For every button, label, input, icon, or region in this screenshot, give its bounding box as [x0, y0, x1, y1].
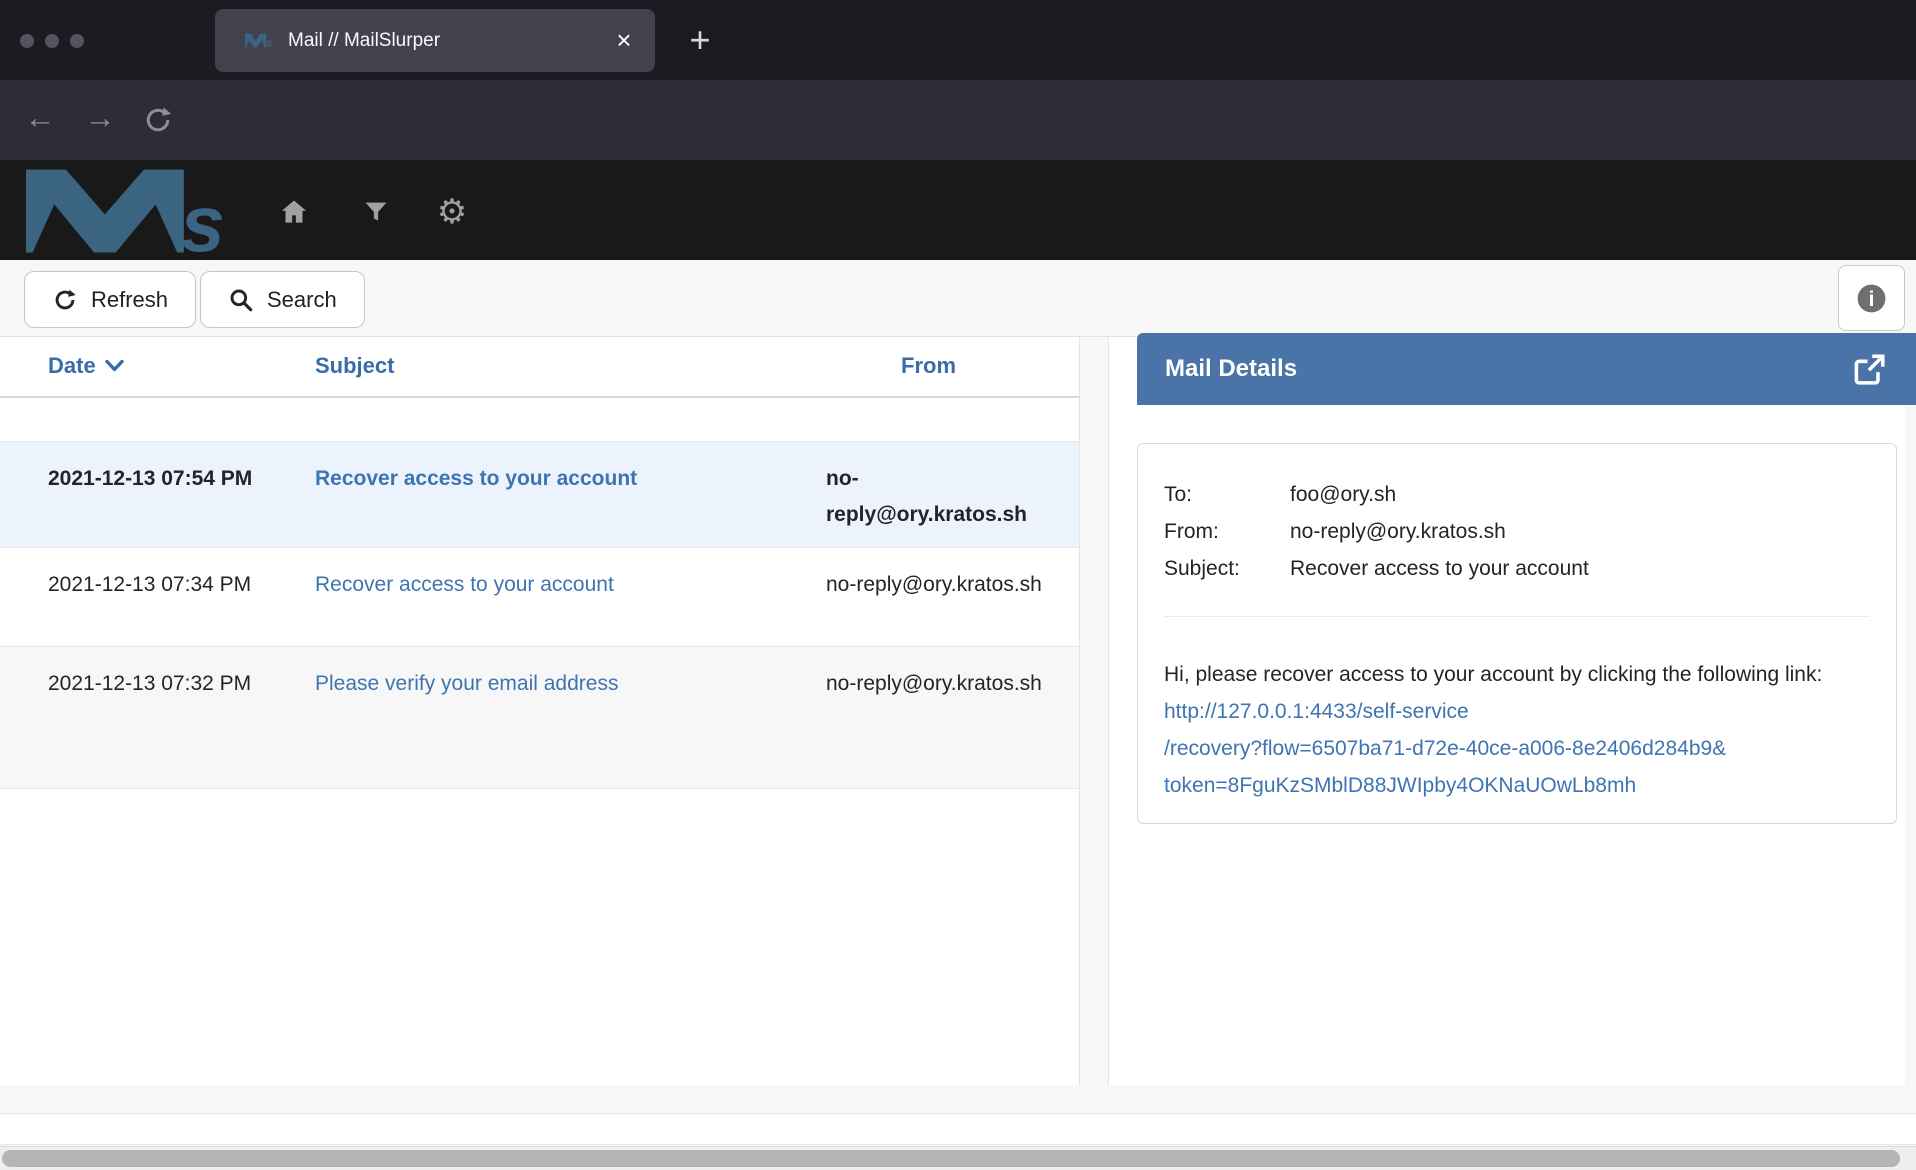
scrollbar-thumb[interactable]	[2, 1150, 1900, 1167]
meta-subject-row: Subject: Recover access to your account	[1164, 550, 1870, 587]
mail-details-title: Mail Details	[1165, 355, 1297, 383]
meta-from-row: From: no-reply@ory.kratos.sh	[1164, 513, 1870, 550]
mail-from: no-reply@ory.kratos.sh	[826, 666, 1058, 702]
tab-title: Mail // MailSlurper	[288, 30, 592, 52]
mail-list-header: Date Subject From	[0, 337, 1079, 398]
home-icon[interactable]	[272, 194, 316, 230]
mail-row[interactable]: 2021-12-13 07:34 PM Recover access to yo…	[0, 548, 1079, 647]
mail-subject-link[interactable]: Recover access to your account	[315, 567, 795, 603]
mailslurper-logo: s	[26, 166, 242, 256]
mailslurper-header: s ⚙	[0, 160, 1916, 260]
mail-date: 2021-12-13 07:54 PM	[48, 461, 266, 497]
mail-row[interactable]: 2021-12-13 07:32 PM Please verify your e…	[0, 647, 1079, 789]
reload-icon[interactable]	[142, 104, 174, 141]
forward-icon[interactable]: →	[80, 100, 120, 136]
mail-from: no-reply@ory.kratos.sh	[826, 567, 1058, 603]
open-external-icon[interactable]	[1851, 351, 1888, 388]
horizontal-scrollbar[interactable]	[0, 1146, 1916, 1170]
to-value: foo@ory.sh	[1290, 476, 1396, 513]
settings-gear-icon[interactable]: ⚙	[430, 194, 474, 230]
column-header-subject[interactable]: Subject	[315, 353, 394, 379]
refresh-icon	[52, 287, 78, 313]
svg-text:s: s	[181, 179, 225, 256]
mail-details-header: Mail Details	[1137, 333, 1916, 405]
column-header-date[interactable]: Date	[48, 353, 124, 379]
filter-icon[interactable]	[354, 194, 398, 230]
tab-favicon-mailslurper-icon: s	[245, 33, 273, 48]
mail-body-text: Hi, please recover access to your accoun…	[1164, 663, 1822, 686]
app-toolbar: Refresh Search i	[0, 260, 1916, 337]
recovery-link[interactable]: http://127.0.0.1:4433/self-service/recov…	[1164, 700, 1870, 804]
browser-nav-toolbar: ← → 127.0.0.1:4436/# 90% »	[0, 80, 1916, 160]
refresh-label: Refresh	[91, 287, 168, 313]
mail-body: Hi, please recover access to your accoun…	[1164, 656, 1870, 804]
search-label: Search	[267, 287, 337, 313]
new-tab-button[interactable]: +	[678, 18, 722, 62]
info-icon: i	[1855, 282, 1888, 315]
tab-close-icon[interactable]: ×	[607, 24, 641, 58]
from-value: no-reply@ory.kratos.sh	[1290, 513, 1506, 550]
window-button-minimize[interactable]	[45, 34, 59, 48]
mail-date: 2021-12-13 07:34 PM	[48, 567, 266, 603]
meta-to-row: To: foo@ory.sh	[1164, 476, 1870, 513]
subject-label: Subject:	[1164, 550, 1290, 587]
refresh-button[interactable]: Refresh	[24, 271, 196, 328]
svg-text:s: s	[266, 36, 273, 48]
from-label: From:	[1164, 513, 1290, 550]
mail-row-selected[interactable]: 2021-12-13 07:54 PM Recover access to yo…	[0, 442, 1079, 548]
mail-details-card: To: foo@ory.sh From: no-reply@ory.kratos…	[1137, 443, 1897, 824]
sort-chevron-down-icon	[105, 360, 124, 372]
search-button[interactable]: Search	[200, 271, 365, 328]
window-button-close[interactable]	[20, 34, 34, 48]
subject-value: Recover access to your account	[1290, 550, 1589, 587]
mail-subject-link[interactable]: Recover access to your account	[315, 461, 795, 497]
browser-tab-strip: s Mail // MailSlurper × +	[0, 0, 1916, 80]
svg-text:i: i	[1868, 286, 1874, 311]
info-button[interactable]: i	[1838, 265, 1905, 331]
card-divider	[1164, 616, 1870, 617]
screen: s Mail // MailSlurper × + ← → 127.0.0.1:…	[0, 0, 1916, 1170]
mail-subject-link[interactable]: Please verify your email address	[315, 666, 795, 702]
mail-date: 2021-12-13 07:32 PM	[48, 666, 266, 702]
mail-from: no-reply@ory.kratos.sh	[826, 461, 1058, 533]
search-icon	[228, 287, 254, 313]
browser-tab[interactable]: s Mail // MailSlurper ×	[215, 9, 655, 72]
to-label: To:	[1164, 476, 1290, 513]
footer-band	[0, 1113, 1916, 1145]
mail-list-panel: Date Subject From 2021-12-13 07:54 PM Re…	[0, 337, 1080, 1085]
empty-row	[0, 398, 1079, 442]
column-header-from[interactable]: From	[901, 353, 956, 379]
back-icon[interactable]: ←	[20, 100, 60, 136]
window-button-maximize[interactable]	[70, 34, 84, 48]
